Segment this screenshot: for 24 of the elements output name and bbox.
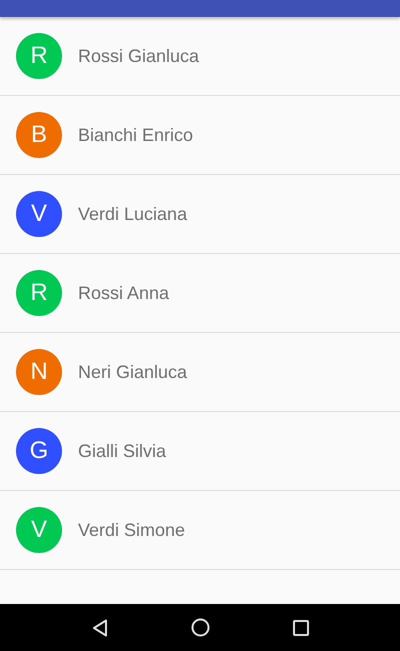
contact-name: Bianchi Enrico [78, 124, 194, 146]
avatar-circle: B [16, 112, 62, 158]
contact-row[interactable]: G Gialli Silvia [0, 412, 400, 491]
contact-row[interactable]: V Verdi Luciana [0, 175, 400, 254]
contact-row[interactable]: B Bianchi Enrico [0, 96, 400, 175]
contact-name: Verdi Simone [78, 520, 186, 540]
contact-name: Neri Gianluca [78, 362, 188, 382]
contact-row[interactable]: R Rossi Anna [0, 254, 400, 333]
avatar-circle: R [16, 33, 62, 79]
avatar-circle: G [16, 428, 62, 474]
recents-icon[interactable] [292, 620, 308, 636]
avatar-circle: V [16, 507, 62, 553]
contact-name: Verdi Luciana [78, 204, 188, 224]
avatar-circle: V [16, 191, 62, 237]
avatar-circle: R [16, 270, 62, 316]
contact-name: Rossi Anna [78, 282, 170, 304]
back-icon[interactable] [92, 618, 108, 636]
contact-name: Rossi Gianluca [78, 46, 200, 66]
home-icon[interactable] [190, 618, 210, 637]
contact-row[interactable]: R Rossi Gianluca [0, 17, 400, 96]
avatar-circle: N [16, 349, 62, 395]
contact-row[interactable]: N Neri Gianluca [0, 333, 400, 412]
contact-name: Gialli Silvia [78, 440, 166, 462]
contact-row[interactable]: V Verdi Simone [0, 491, 400, 570]
